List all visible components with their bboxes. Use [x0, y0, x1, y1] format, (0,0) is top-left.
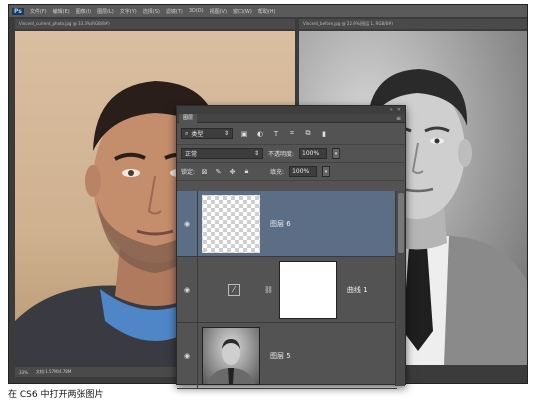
smart-object-filter-icon[interactable]: ⧉ [303, 129, 313, 138]
photoshop-logo: Ps [12, 7, 24, 15]
mask-link-icon[interactable]: ⛓ [264, 286, 273, 294]
layer-row-curves[interactable]: ◉ ⁄ ⛓ 曲线 1 [177, 257, 397, 323]
caption-text: 在 CS6 中打开两张图片 [8, 389, 104, 400]
type-filter-icon[interactable]: T [271, 129, 281, 138]
lock-all-icon[interactable]: 🔒︎ [242, 167, 251, 176]
visibility-eye-icon[interactable]: ◉ [177, 352, 197, 360]
document-size-info: 文档:1.57M/4.78M [35, 369, 72, 374]
panel-menu-icon[interactable]: ≡ [396, 115, 401, 122]
curves-adjustment-icon: ⁄ [228, 283, 240, 296]
collapse-icon[interactable]: » [390, 107, 393, 113]
zoom-level[interactable]: 33% [19, 370, 28, 375]
menu-item-edit[interactable]: 编辑(E) [53, 8, 70, 15]
search-icon: ⌕ [185, 129, 189, 137]
layers-list: ◉ 图层 6 ◉ ⁄ ⛓ 曲线 1 ◉ 图层 5 [177, 191, 397, 389]
menu-bar: Ps 文件(F) 编辑(E) 图像(I) 图层(L) 文字(Y) 选择(S) 滤… [9, 5, 527, 17]
adjustment-filter-icon[interactable]: ◐ [255, 129, 265, 138]
layer-row-6[interactable]: ◉ 图层 6 [177, 191, 397, 257]
layers-panel: » ✕ 图层 ≡ ⌕ 类型 ⇕ ▣ ◐ T ⌗ ⧉ ▮ 正常 ⇕ 不透明度: 1… [176, 105, 406, 389]
layer-thumbnail-transparent [202, 194, 260, 253]
opacity-input[interactable]: 100% [299, 148, 328, 159]
figure-caption: 在 CS6 中打开两张图片 [8, 386, 103, 400]
menu-item-window[interactable]: 窗口(W) [233, 8, 252, 15]
fill-slider-button[interactable]: ▾ [322, 166, 331, 177]
document-tab-left[interactable]: Vincent_current_photo.jpg @ 33.3%(RGB/8#… [15, 19, 295, 29]
document-tab-right[interactable]: Vincent_before.jpg @ 22.9%(图层 1, RGB/8#) [299, 19, 527, 29]
chevron-down-icon: ⇕ [253, 150, 259, 157]
fill-input[interactable]: 100% [289, 166, 318, 177]
menu-item-file[interactable]: 文件(F) [30, 8, 47, 15]
lock-transparent-pixels-icon[interactable]: ⊠ [200, 168, 209, 176]
pixel-filter-icon[interactable]: ▣ [239, 129, 249, 138]
blend-mode-value: 正常 [185, 151, 198, 158]
layer-name[interactable]: 图层 6 [270, 219, 291, 229]
blend-row: 正常 ⇕ 不透明度: 100% ▾ [177, 145, 405, 163]
layer-name[interactable]: 图层 5 [270, 351, 291, 361]
layer-name[interactable]: 曲线 1 [347, 285, 368, 295]
panel-titlebar: » ✕ [177, 106, 405, 114]
panel-tabbar: 图层 ≡ [177, 113, 405, 123]
menu-item-layer[interactable]: 图层(L) [97, 8, 114, 15]
bw-portrait-thumbnail [207, 338, 255, 384]
chevron-down-icon: ⇕ [223, 130, 229, 137]
layer-thumbnail-photo [202, 326, 260, 385]
filter-toggle-icon[interactable]: ▮ [319, 129, 329, 138]
lock-position-icon[interactable]: ✥ [228, 168, 237, 176]
tab-layers[interactable]: 图层 [179, 113, 198, 123]
opacity-slider-button[interactable]: ▾ [332, 148, 341, 159]
menu-item-type[interactable]: 文字(Y) [120, 8, 137, 15]
fill-label: 填充: [270, 169, 285, 176]
lock-row: 锁定: ⊠ ✎ ✥ 🔒︎ 填充: 100% ▾ [177, 163, 405, 181]
menu-item-filter[interactable]: 滤镜(T) [166, 8, 183, 15]
menu-item-image[interactable]: 图像(I) [76, 8, 91, 15]
menu-item-select[interactable]: 选择(S) [143, 8, 160, 15]
layer-row-5[interactable]: ◉ 图层 5 [177, 323, 397, 389]
opacity-label: 不透明度: [268, 151, 295, 158]
visibility-eye-icon[interactable]: ◉ [177, 220, 197, 228]
layer-mask-thumbnail[interactable] [278, 260, 337, 319]
filter-type-select[interactable]: ⌕ 类型 ⇕ [181, 128, 233, 139]
shape-filter-icon[interactable]: ⌗ [287, 129, 297, 138]
scrollbar-thumb[interactable] [398, 193, 404, 253]
filter-type-label: 类型 [191, 131, 204, 138]
close-icon[interactable]: ✕ [397, 107, 401, 113]
layers-scrollbar[interactable] [395, 191, 405, 386]
lock-label: 锁定: [181, 169, 196, 176]
menu-item-help[interactable]: 帮助(H) [258, 8, 276, 15]
blend-mode-select[interactable]: 正常 ⇕ [181, 148, 263, 159]
visibility-eye-icon[interactable]: ◉ [177, 286, 197, 294]
menu-item-view[interactable]: 视图(V) [210, 8, 227, 15]
lock-image-pixels-icon[interactable]: ✎ [214, 168, 223, 176]
menu-item-3d[interactable]: 3D(D) [189, 8, 204, 14]
filter-row: ⌕ 类型 ⇕ ▣ ◐ T ⌗ ⧉ ▮ [177, 123, 405, 145]
